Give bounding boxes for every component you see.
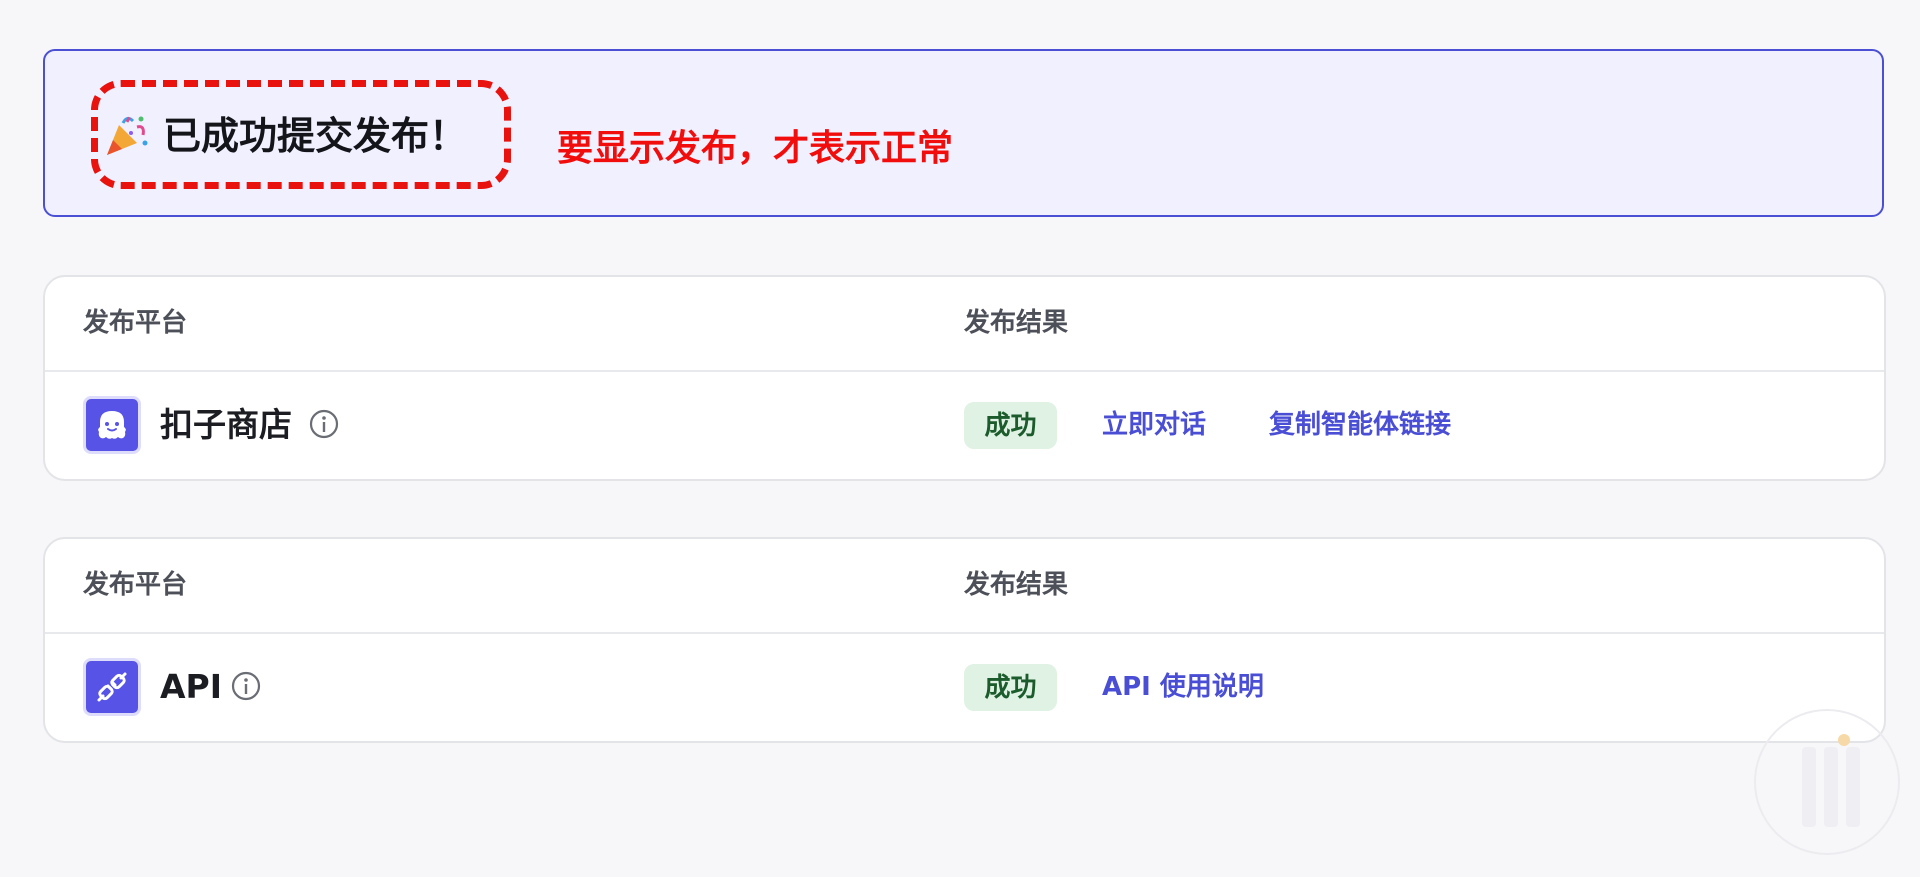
card-header: 发布平台 发布结果	[45, 539, 1884, 634]
status-badge: 成功	[964, 664, 1057, 711]
header-result: 发布结果	[964, 308, 1069, 338]
publish-result-card-store: 发布平台 发布结果 扣子商店 成功 立即对话 复制智能体链接	[43, 275, 1886, 481]
publish-result-card-api: 发布平台 发布结果 API 成功 API 使用说明	[43, 537, 1886, 743]
header-platform: 发布平台	[83, 570, 188, 600]
header-result: 发布结果	[964, 570, 1069, 600]
platform-name: API	[160, 667, 223, 706]
ghost-store-icon	[83, 396, 141, 454]
plug-api-icon	[83, 658, 141, 716]
platform-name: 扣子商店	[160, 405, 292, 444]
platform-row-store: 扣子商店 成功 立即对话 复制智能体链接	[45, 372, 1884, 479]
platform-row-api: API 成功 API 使用说明	[45, 634, 1884, 741]
copy-agent-link[interactable]: 复制智能体链接	[1269, 412, 1451, 438]
party-popper-icon	[107, 116, 148, 155]
info-icon[interactable]	[308, 408, 340, 440]
watermark-logo-icon	[1754, 709, 1900, 855]
api-docs-link[interactable]: API 使用说明	[1102, 674, 1264, 700]
card-header: 发布平台 发布结果	[45, 277, 1884, 372]
red-annotation-note: 要显示发布，才表示正常	[557, 128, 954, 169]
banner-title-group: 已成功提交发布！	[103, 113, 467, 159]
status-badge: 成功	[964, 402, 1057, 449]
publish-success-banner: 已成功提交发布！ 要显示发布，才表示正常	[43, 49, 1884, 217]
chat-now-link[interactable]: 立即对话	[1102, 412, 1206, 438]
info-icon[interactable]	[230, 670, 262, 702]
banner-title: 已成功提交发布！	[163, 114, 468, 158]
header-platform: 发布平台	[83, 308, 188, 338]
